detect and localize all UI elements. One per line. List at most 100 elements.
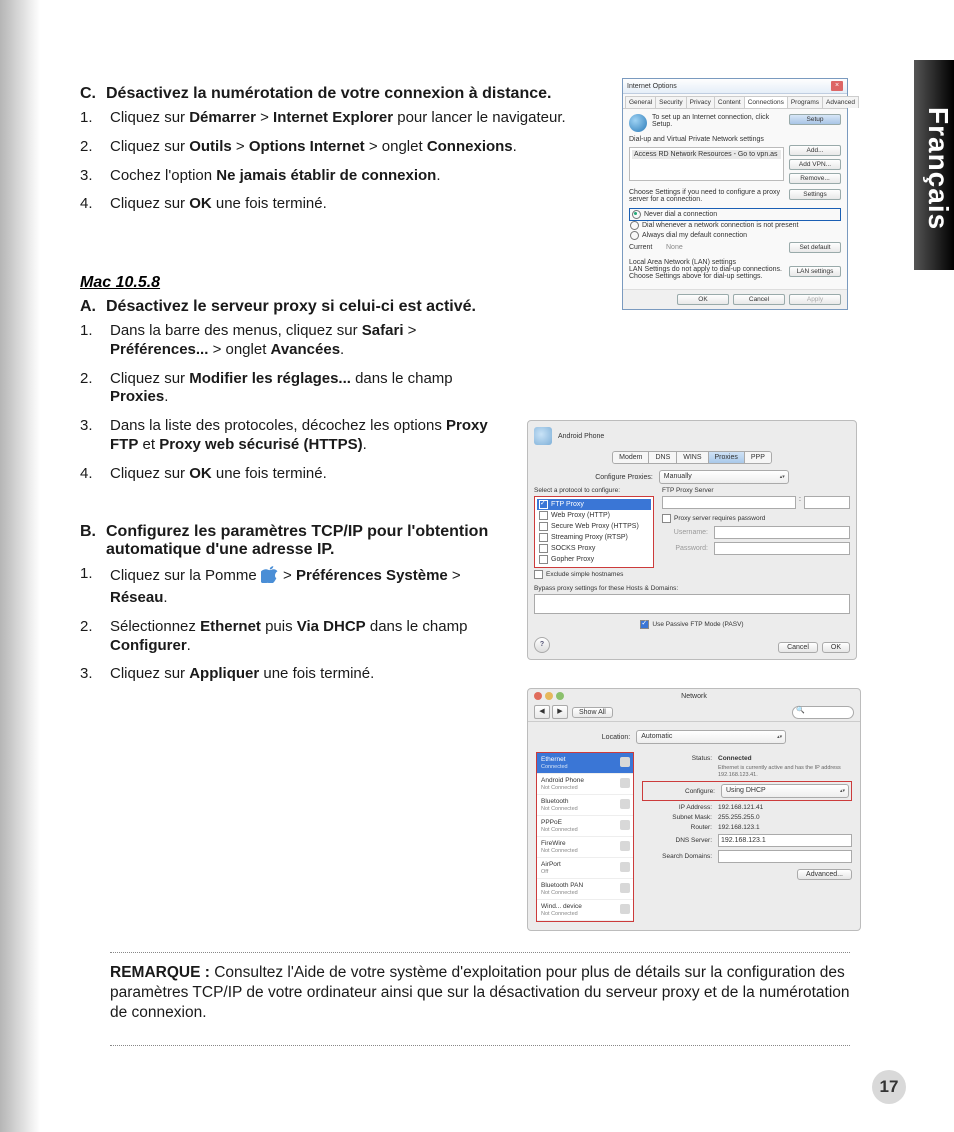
- tab-dns[interactable]: DNS: [649, 452, 677, 463]
- tab-security[interactable]: Security: [655, 96, 686, 108]
- cancel-button[interactable]: Cancel: [778, 642, 818, 653]
- pasv-checkbox[interactable]: ✓Use Passive FTP Mode (PASV): [534, 620, 850, 629]
- step-text: Cliquez sur la Pomme > Préférences Systè…: [110, 565, 500, 608]
- radio-always-dial[interactable]: Always dial my default connection: [630, 231, 840, 240]
- proto-socks[interactable]: SOCKS Proxy: [537, 543, 651, 554]
- tab-wins[interactable]: WINS: [677, 452, 708, 463]
- tab-connections[interactable]: Connections: [744, 96, 788, 108]
- interface-list[interactable]: EthernetConnected Android PhoneNot Conne…: [536, 752, 634, 922]
- tab-ppp[interactable]: PPP: [745, 452, 771, 463]
- list-item[interactable]: Access RD Network Resources - Go to vpn.…: [632, 150, 781, 159]
- sidebar-item-firewire[interactable]: FireWireNot Connected: [537, 837, 633, 858]
- lan-settings-button[interactable]: LAN settings: [789, 266, 841, 277]
- io-tabs: General Security Privacy Content Connect…: [623, 94, 847, 109]
- password-input[interactable]: [714, 542, 850, 555]
- radio-never-dial[interactable]: Never dial a connection: [630, 209, 840, 220]
- ok-button[interactable]: OK: [822, 642, 850, 653]
- checkbox-icon: [539, 533, 548, 542]
- setup-button[interactable]: Setup: [789, 114, 841, 125]
- configure-label: Configure:: [645, 788, 721, 795]
- add-button[interactable]: Add...: [789, 145, 841, 156]
- sidebar-item-airport[interactable]: AirPortOff: [537, 858, 633, 879]
- step: 3.Cliquez sur Appliquer une fois terminé…: [80, 665, 500, 684]
- location-label: Location:: [602, 734, 630, 741]
- configure-proxies-select[interactable]: Manually: [659, 470, 789, 484]
- username-input[interactable]: [714, 526, 850, 539]
- sidebar-item-android[interactable]: Android PhoneNot Connected: [537, 774, 633, 795]
- ftp-port-input[interactable]: [804, 496, 850, 509]
- proto-https[interactable]: Secure Web Proxy (HTTPS): [537, 521, 651, 532]
- page-shadow: [0, 0, 40, 1132]
- wifi-icon: [620, 862, 630, 872]
- section-c: C. Désactivez la numérotation de votre c…: [80, 85, 600, 684]
- ftp-server-input[interactable]: [662, 496, 796, 509]
- dns-input[interactable]: 192.168.123.1: [718, 834, 852, 847]
- zoom-icon[interactable]: [556, 692, 564, 700]
- step: 3.Dans la liste des protocoles, décochez…: [80, 417, 500, 455]
- set-default-button[interactable]: Set default: [789, 242, 841, 253]
- section-c-letter: C.: [80, 85, 106, 103]
- bypass-input[interactable]: [534, 594, 850, 614]
- tab-modem[interactable]: Modem: [613, 452, 649, 463]
- forward-button[interactable]: ▶: [552, 705, 568, 719]
- tab-proxies[interactable]: Proxies: [709, 452, 745, 463]
- settings-button[interactable]: Settings: [789, 189, 841, 200]
- page-number: 17: [872, 1070, 906, 1104]
- tab-programs[interactable]: Programs: [787, 96, 823, 108]
- sidebar-item-wind[interactable]: Wind... deviceNot Connected: [537, 900, 633, 921]
- sidebar-item-btpan[interactable]: Bluetooth PANNot Connected: [537, 879, 633, 900]
- cancel-button[interactable]: Cancel: [733, 294, 785, 305]
- advanced-button[interactable]: Advanced...: [797, 869, 852, 880]
- sidebar-item-ethernet[interactable]: EthernetConnected: [537, 753, 633, 774]
- lan-text: LAN Settings do not apply to dial-up con…: [629, 266, 784, 280]
- radio-dial-whenever[interactable]: Dial whenever a network connection is no…: [630, 221, 840, 230]
- configure-select[interactable]: Using DHCP: [721, 784, 849, 798]
- require-password-checkbox[interactable]: Proxy server requires password: [662, 514, 850, 523]
- setup-text: To set up an Internet connection, click …: [652, 114, 784, 128]
- exclude-checkbox[interactable]: Exclude simple hostnames: [534, 570, 654, 579]
- search-domains-input[interactable]: [718, 850, 852, 863]
- choose-settings-text: Choose Settings if you need to configure…: [629, 189, 784, 203]
- section-a-heading: Désactivez le serveur proxy si celui-ci …: [106, 298, 476, 316]
- close-icon[interactable]: [534, 692, 542, 700]
- proto-rtsp[interactable]: Streaming Proxy (RTSP): [537, 532, 651, 543]
- section-a: A. Désactivez le serveur proxy si celui-…: [80, 298, 530, 483]
- tab-content[interactable]: Content: [714, 96, 745, 108]
- checkbox-icon: [539, 555, 548, 564]
- back-button[interactable]: ◀: [534, 705, 550, 719]
- section-b-title: B. Configurez les paramètres TCP/IP pour…: [80, 523, 520, 559]
- minimize-icon[interactable]: [545, 692, 553, 700]
- status-sub: Ethernet is currently active and has the…: [718, 765, 852, 778]
- show-all-button[interactable]: Show All: [572, 707, 613, 718]
- sidebar-item-pppoe[interactable]: PPPoENot Connected: [537, 816, 633, 837]
- step-num: 2.: [80, 618, 110, 656]
- tab-privacy[interactable]: Privacy: [686, 96, 715, 108]
- close-icon[interactable]: ×: [831, 81, 843, 91]
- note-text: REMARQUE : Consultez l'Aide de votre sys…: [110, 963, 850, 1023]
- tab-general[interactable]: General: [625, 96, 656, 108]
- location-select[interactable]: Automatic: [636, 730, 786, 744]
- tab-advanced[interactable]: Advanced: [822, 96, 859, 108]
- help-button[interactable]: ?: [534, 637, 550, 653]
- section-c-steps: 1.Cliquez sur Démarrer > Internet Explor…: [80, 109, 600, 214]
- ok-button[interactable]: OK: [677, 294, 729, 305]
- nw-titlebar: Network: [528, 689, 860, 703]
- search-input[interactable]: [792, 706, 854, 719]
- connections-list[interactable]: Access RD Network Resources - Go to vpn.…: [629, 147, 784, 181]
- ethernet-icon: [620, 757, 630, 767]
- section-a-letter: A.: [80, 298, 106, 316]
- step: 1.Cliquez sur la Pomme > Préférences Sys…: [80, 565, 500, 608]
- step: 3.Cochez l'option Ne jamais établir de c…: [80, 167, 600, 186]
- proto-ftp[interactable]: FTP Proxy: [537, 499, 651, 510]
- dns-label: DNS Server:: [642, 837, 718, 844]
- step: 4.Cliquez sur OK une fois terminé.: [80, 195, 600, 214]
- proto-gopher[interactable]: Gopher Proxy: [537, 554, 651, 565]
- mac-header: Mac 10.5.8: [80, 274, 600, 292]
- remove-button[interactable]: Remove...: [789, 173, 841, 184]
- apply-button[interactable]: Apply: [789, 294, 841, 305]
- protocol-list[interactable]: FTP Proxy Web Proxy (HTTP) Secure Web Pr…: [534, 496, 654, 568]
- bypass-label: Bypass proxy settings for these Hosts & …: [534, 585, 850, 592]
- add-vpn-button[interactable]: Add VPN...: [789, 159, 841, 170]
- proto-http[interactable]: Web Proxy (HTTP): [537, 510, 651, 521]
- sidebar-item-bluetooth[interactable]: BluetoothNot Connected: [537, 795, 633, 816]
